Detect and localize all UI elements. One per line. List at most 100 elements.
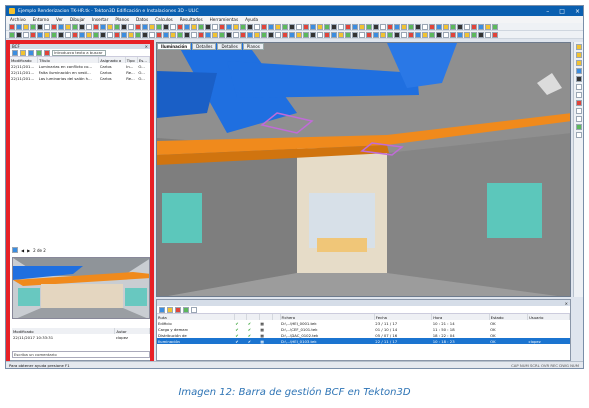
- toolbar-icon[interactable]: [100, 23, 106, 30]
- maximize-icon[interactable]: □: [559, 8, 565, 15]
- toolbar-icon[interactable]: [310, 31, 316, 38]
- toolbar-icon[interactable]: [170, 23, 176, 30]
- toolbar-icon[interactable]: [247, 31, 253, 38]
- toolbar-icon[interactable]: [422, 23, 428, 30]
- tool-icon[interactable]: [575, 68, 582, 74]
- close-icon[interactable]: ×: [565, 301, 568, 306]
- toolbar-icon[interactable]: [72, 31, 78, 38]
- delete-icon[interactable]: [44, 49, 50, 56]
- toolbar-icon[interactable]: [177, 23, 183, 30]
- toolbar-icon[interactable]: [492, 31, 498, 38]
- toolbar-icon[interactable]: [310, 23, 316, 30]
- toolbar-icon[interactable]: [485, 31, 491, 38]
- toolbar-icon[interactable]: [436, 31, 442, 38]
- column-header[interactable]: Asignado a: [98, 57, 126, 63]
- toolbar-icon[interactable]: [114, 31, 120, 38]
- toolbar-icon[interactable]: [275, 23, 281, 30]
- toolbar-icon[interactable]: [485, 23, 491, 30]
- toolbar-icon[interactable]: [359, 23, 365, 30]
- toolbar-icon[interactable]: [198, 31, 204, 38]
- toolbar-icon[interactable]: [373, 31, 379, 38]
- toolbar-icon[interactable]: [429, 23, 435, 30]
- toolbar-icon[interactable]: [289, 31, 295, 38]
- toolbar-icon[interactable]: [23, 31, 29, 38]
- toolbar-icon[interactable]: [149, 23, 155, 30]
- toolbar-icon[interactable]: [79, 23, 85, 30]
- toolbar-icon[interactable]: [79, 31, 85, 38]
- toolbar-icon[interactable]: [177, 31, 183, 38]
- toolbar-icon[interactable]: [149, 31, 155, 38]
- toolbar-icon[interactable]: [65, 31, 71, 38]
- toolbar-icon[interactable]: [338, 31, 344, 38]
- toolbar-icon[interactable]: [86, 31, 92, 38]
- toolbar-icon[interactable]: [37, 31, 43, 38]
- toolbar-icon[interactable]: [275, 31, 281, 38]
- toolbar-icon[interactable]: [359, 31, 365, 38]
- toolbar-icon[interactable]: [86, 23, 92, 30]
- toolbar-icon[interactable]: [471, 23, 477, 30]
- toolbar-icon[interactable]: [72, 23, 78, 30]
- tool-icon[interactable]: [175, 306, 181, 313]
- toolbar-icon[interactable]: [478, 31, 484, 38]
- toolbar-icon[interactable]: [240, 31, 246, 38]
- open-icon[interactable]: [20, 49, 26, 56]
- toolbar-icon[interactable]: [128, 23, 134, 30]
- toolbar-icon[interactable]: [394, 23, 400, 30]
- table-row[interactable]: 22/11/201... Falta iluminación en vestí..…: [10, 69, 150, 75]
- toolbar-icon[interactable]: [121, 23, 127, 30]
- toolbar-icon[interactable]: [212, 23, 218, 30]
- toolbar-icon[interactable]: [233, 31, 239, 38]
- toolbar-icon[interactable]: [366, 31, 372, 38]
- toolbar-icon[interactable]: [282, 23, 288, 30]
- toolbar-icon[interactable]: [324, 31, 330, 38]
- add-icon[interactable]: [36, 49, 42, 56]
- toolbar-icon[interactable]: [114, 23, 120, 30]
- toolbar-icon[interactable]: [429, 31, 435, 38]
- toolbar-icon[interactable]: [464, 31, 470, 38]
- toolbar-icon[interactable]: [317, 23, 323, 30]
- toolbar-icon[interactable]: [121, 31, 127, 38]
- tool-icon[interactable]: [575, 116, 582, 122]
- toolbar-icon[interactable]: [380, 31, 386, 38]
- tool-icon[interactable]: [575, 124, 582, 130]
- toolbar-icon[interactable]: [338, 23, 344, 30]
- toolbar-icon[interactable]: [16, 23, 22, 30]
- toolbar-icon[interactable]: [387, 31, 393, 38]
- tool-icon[interactable]: [575, 76, 582, 82]
- toolbar-icon[interactable]: [380, 23, 386, 30]
- menu-resultados[interactable]: Resultados: [180, 17, 203, 22]
- toolbar-icon[interactable]: [93, 31, 99, 38]
- toolbar-icon[interactable]: [226, 31, 232, 38]
- toolbar-icon[interactable]: [58, 31, 64, 38]
- toolbar-icon[interactable]: [205, 31, 211, 38]
- close-icon[interactable]: ×: [145, 44, 148, 49]
- toolbar-icon[interactable]: [331, 23, 337, 30]
- menu-ver[interactable]: Ver: [56, 17, 63, 22]
- toolbar-icon[interactable]: [289, 23, 295, 30]
- toolbar-icon[interactable]: [37, 23, 43, 30]
- menu-entorno[interactable]: Entorno: [33, 17, 49, 22]
- camera-icon[interactable]: [12, 247, 18, 253]
- 3d-viewport[interactable]: Iluminación Detalles Detalles Planos: [156, 42, 571, 297]
- menu-planos[interactable]: Planos: [115, 17, 129, 22]
- toolbar-icon[interactable]: [156, 23, 162, 30]
- toolbar-icon[interactable]: [296, 31, 302, 38]
- menu-herramientas[interactable]: Herramientas: [210, 17, 239, 22]
- toolbar-icon[interactable]: [282, 31, 288, 38]
- toolbar-icon[interactable]: [205, 23, 211, 30]
- toolbar-icon[interactable]: [58, 23, 64, 30]
- comment-input[interactable]: Escriba un comentario: [12, 351, 150, 358]
- viewpoint-thumbnail[interactable]: [12, 257, 150, 319]
- tool-icon[interactable]: [575, 52, 582, 58]
- tool-icon[interactable]: [191, 306, 197, 313]
- close-icon[interactable]: ×: [575, 8, 580, 15]
- tool-icon[interactable]: [575, 108, 582, 114]
- toolbar-icon[interactable]: [345, 31, 351, 38]
- toolbar-icon[interactable]: [492, 23, 498, 30]
- toolbar-icon[interactable]: [191, 31, 197, 38]
- toolbar-icon[interactable]: [443, 31, 449, 38]
- table-row[interactable]: 22/11/201... Luminarias en conflicto co..…: [10, 63, 150, 69]
- table-row[interactable]: 22/11/2017 10:33:31 clopez: [12, 334, 150, 340]
- toolbar-icon[interactable]: [9, 31, 15, 38]
- toolbar-icon[interactable]: [107, 23, 113, 30]
